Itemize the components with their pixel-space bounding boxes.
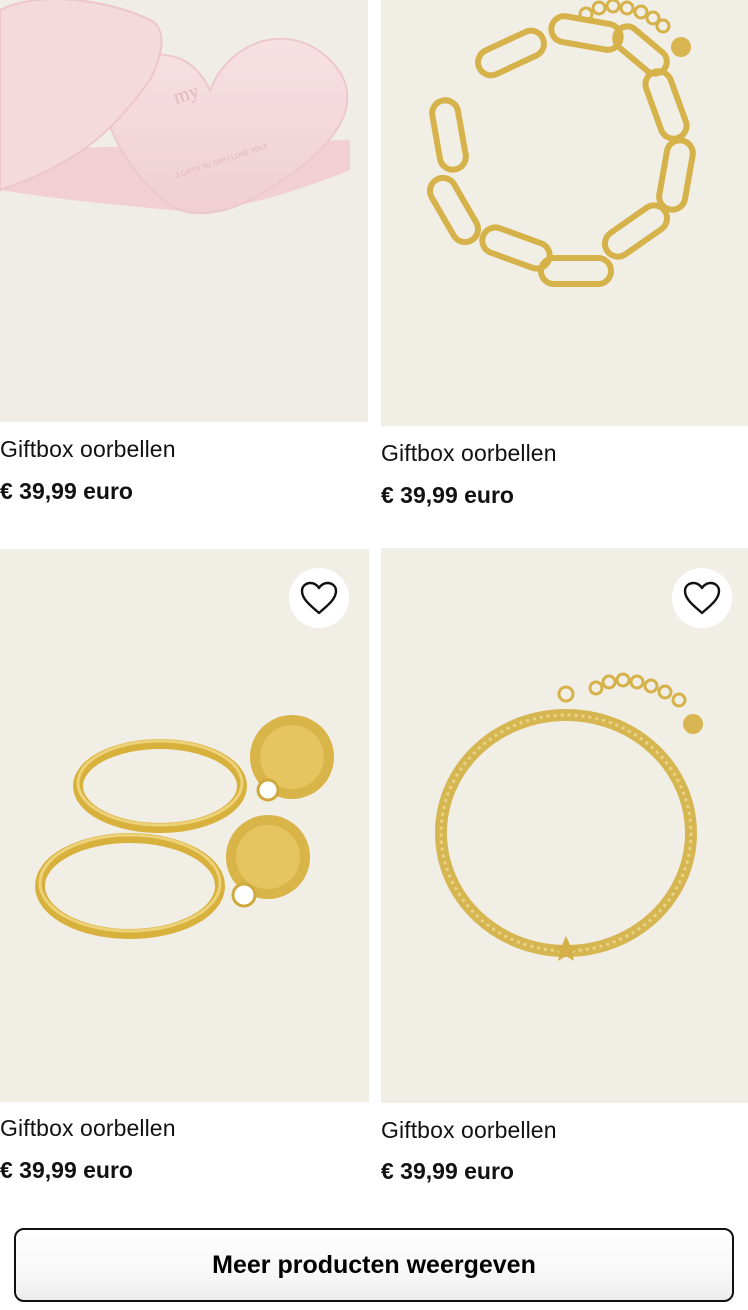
product-card[interactable]: Giftbox oorbellen € 39,99 euro	[381, 0, 748, 520]
chain-bracelet-image	[381, 0, 748, 426]
heart-outline-icon	[300, 581, 338, 615]
product-image[interactable]	[0, 549, 369, 1102]
product-price: € 39,99 euro	[0, 478, 133, 504]
heart-giftbox-image: my 3 GIFTS TO SAY I LOVE YOU!	[0, 0, 368, 422]
product-title[interactable]: Giftbox oorbellen	[381, 440, 557, 467]
hoop-earrings-image	[0, 549, 369, 1102]
product-card[interactable]: my 3 GIFTS TO SAY I LOVE YOU! Giftbox oo…	[0, 0, 368, 520]
product-price: € 39,99 euro	[0, 1157, 133, 1183]
product-image[interactable]	[381, 548, 748, 1103]
load-more-button[interactable]: Meer producten weergeven	[14, 1228, 734, 1302]
heart-outline-icon	[683, 581, 721, 615]
wishlist-button[interactable]	[289, 568, 349, 628]
wishlist-button[interactable]	[672, 568, 732, 628]
product-title[interactable]: Giftbox oorbellen	[0, 436, 176, 463]
snake-chain-bracelet-image	[381, 548, 748, 1103]
product-price: € 39,99 euro	[381, 482, 514, 508]
product-card[interactable]: Giftbox oorbellen € 39,99 euro	[0, 549, 369, 1199]
product-price: € 39,99 euro	[381, 1158, 514, 1184]
product-card[interactable]: Giftbox oorbellen € 39,99 euro	[381, 548, 748, 1198]
product-image[interactable]: my 3 GIFTS TO SAY I LOVE YOU!	[0, 0, 368, 422]
product-title[interactable]: Giftbox oorbellen	[381, 1117, 557, 1144]
product-title[interactable]: Giftbox oorbellen	[0, 1115, 176, 1142]
product-image[interactable]	[381, 0, 748, 426]
